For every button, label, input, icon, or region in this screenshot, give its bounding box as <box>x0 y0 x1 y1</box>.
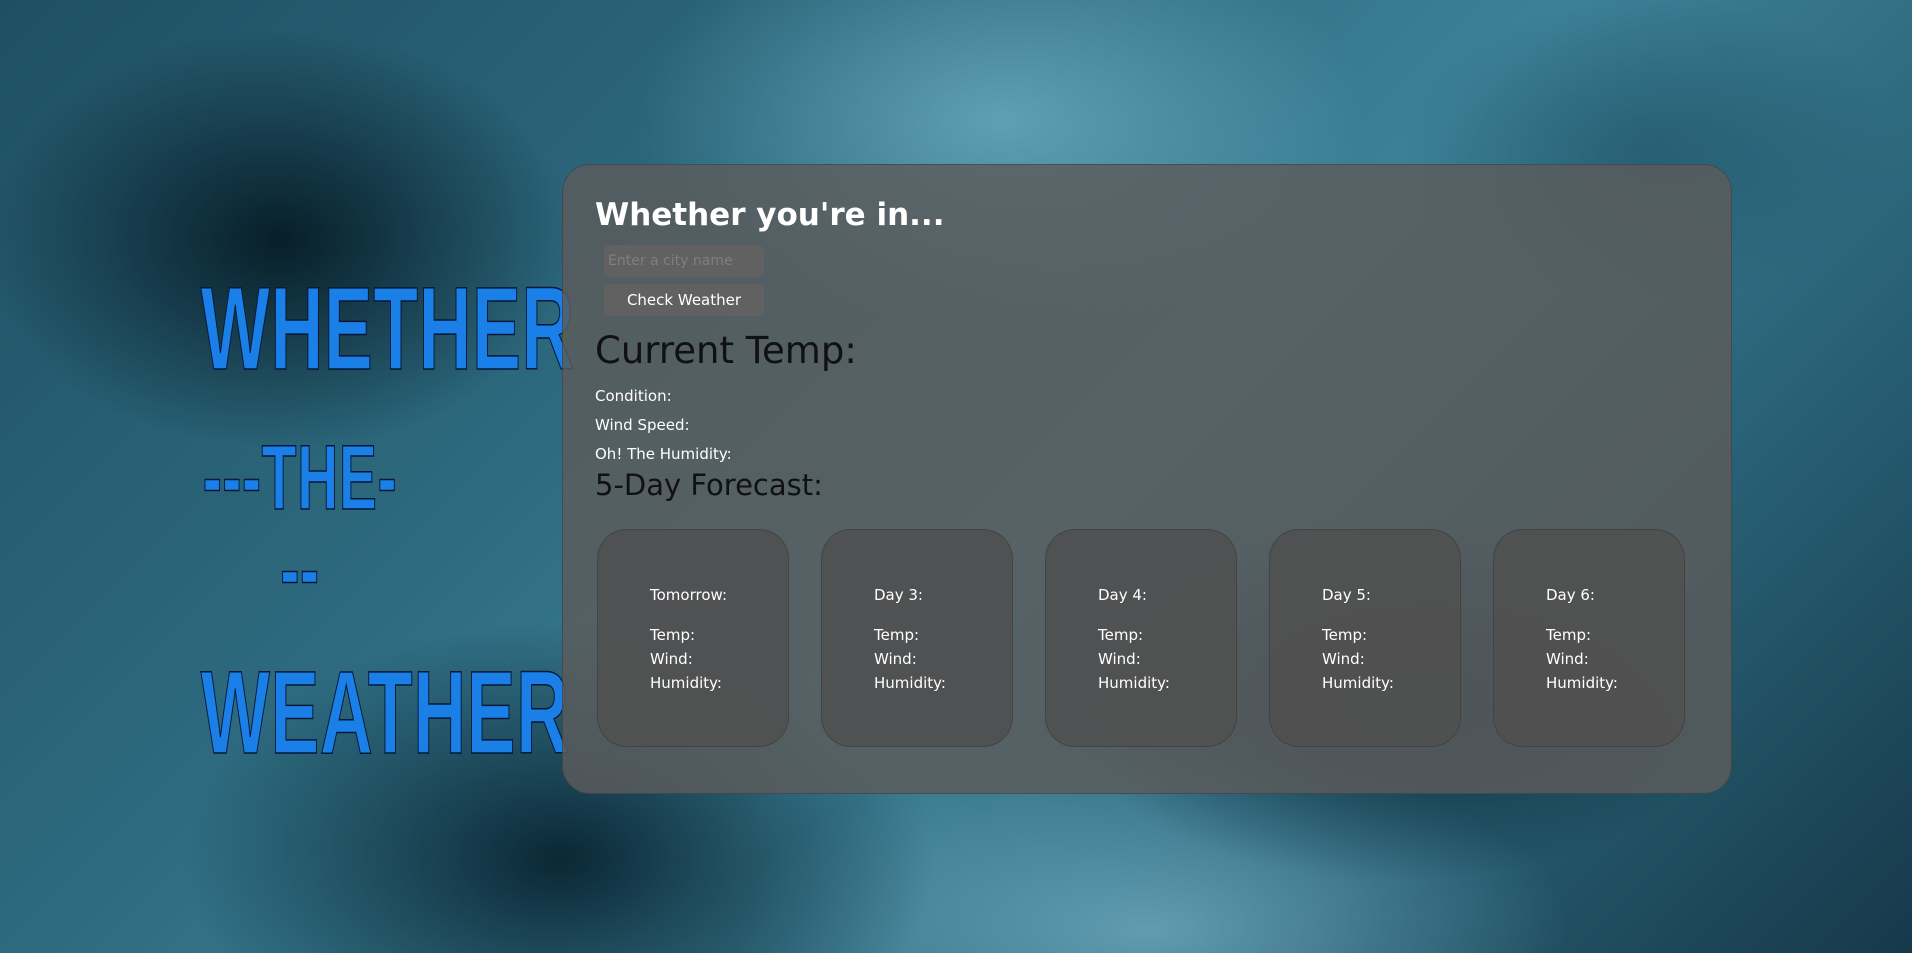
forecast-cards: Tomorrow: Temp: Wind: Humidity: Day 3: T… <box>597 529 1697 747</box>
forecast-temp-label: Temp: <box>874 626 920 644</box>
forecast-card-tomorrow: Tomorrow: Temp: Wind: Humidity: <box>597 529 789 747</box>
forecast-wind-label: Wind: <box>1546 650 1589 668</box>
current-temp-label: Current Temp: <box>595 329 857 372</box>
brand-title-line-3: WEATHER <box>200 647 570 779</box>
forecast-temp-label: Temp: <box>1546 626 1592 644</box>
humidity-label: Oh! The Humidity: <box>595 445 732 463</box>
city-search-input[interactable] <box>604 245 764 277</box>
condition-label: Condition: <box>595 387 672 405</box>
forecast-humidity-label: Humidity: <box>1098 674 1170 692</box>
brand-title-line-1: WHETHER <box>200 263 575 395</box>
forecast-temp-label: Temp: <box>1322 626 1368 644</box>
forecast-temp-label: Temp: <box>650 626 696 644</box>
forecast-day-label: Day 4: <box>1098 586 1147 604</box>
forecast-heading: 5-Day Forecast: <box>595 468 823 502</box>
forecast-temp-label: Temp: <box>1098 626 1144 644</box>
brand-title-line-2: ---THE--- <box>202 427 398 621</box>
forecast-humidity-label: Humidity: <box>1546 674 1618 692</box>
forecast-humidity-label: Humidity: <box>650 674 722 692</box>
forecast-day-label: Day 5: <box>1322 586 1371 604</box>
forecast-wind-label: Wind: <box>1098 650 1141 668</box>
forecast-wind-label: Wind: <box>874 650 917 668</box>
forecast-humidity-label: Humidity: <box>1322 674 1394 692</box>
forecast-day-label: Tomorrow: <box>650 586 727 604</box>
search-heading: Whether you're in... <box>595 197 945 233</box>
forecast-card-day-6: Day 6: Temp: Wind: Humidity: <box>1493 529 1685 747</box>
forecast-day-label: Day 3: <box>874 586 923 604</box>
forecast-wind-label: Wind: <box>1322 650 1365 668</box>
check-weather-button[interactable]: Check Weather <box>604 284 764 316</box>
forecast-card-day-5: Day 5: Temp: Wind: Humidity: <box>1269 529 1461 747</box>
weather-panel: Whether you're in... Check Weather Curre… <box>562 164 1732 794</box>
forecast-day-label: Day 6: <box>1546 586 1595 604</box>
wind-speed-label: Wind Speed: <box>595 416 690 434</box>
forecast-card-day-4: Day 4: Temp: Wind: Humidity: <box>1045 529 1237 747</box>
brand-title: WHETHER ---THE--- WEATHER <box>140 263 575 779</box>
forecast-card-day-3: Day 3: Temp: Wind: Humidity: <box>821 529 1013 747</box>
forecast-wind-label: Wind: <box>650 650 693 668</box>
forecast-humidity-label: Humidity: <box>874 674 946 692</box>
